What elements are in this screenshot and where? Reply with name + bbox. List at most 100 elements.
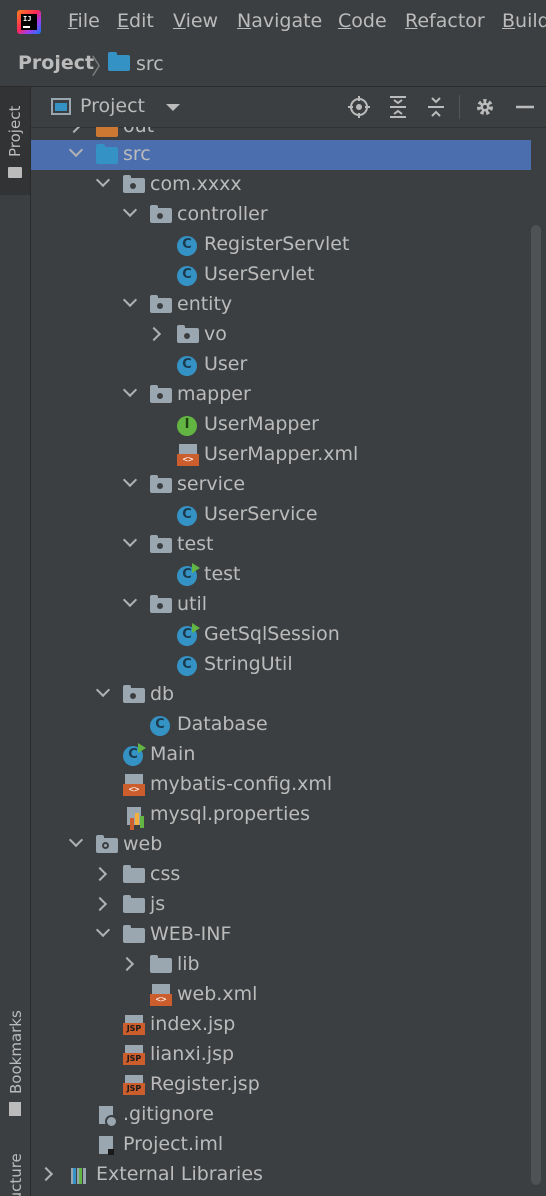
tree-label: Main xyxy=(150,743,196,765)
tree-row-file[interactable]: mybatis-config.xml xyxy=(31,770,531,800)
collapse-all-icon[interactable] xyxy=(424,95,448,119)
folder-icon xyxy=(123,925,145,943)
tree-row-package[interactable]: db xyxy=(31,680,531,710)
xml-file-icon xyxy=(123,774,145,796)
chevron-down-icon[interactable] xyxy=(122,532,138,548)
excluded-folder-icon xyxy=(96,127,118,137)
jsp-file-icon xyxy=(123,1075,145,1095)
tree-label: lianxi.jsp xyxy=(150,1043,235,1065)
tree-label: .gitignore xyxy=(123,1103,214,1125)
project-tab-label: Project xyxy=(6,105,24,157)
chevron-down-icon[interactable] xyxy=(122,202,138,218)
tree-label: db xyxy=(150,683,175,705)
menu-edit[interactable]: Edit xyxy=(117,10,154,32)
tree-row-class[interactable]: C RegisterServlet xyxy=(31,230,531,260)
tree-row-file[interactable]: mysql.properties xyxy=(31,800,531,830)
chevron-down-icon[interactable] xyxy=(68,142,84,158)
chevron-right-icon[interactable] xyxy=(92,896,108,912)
tree-row-class[interactable]: C Main xyxy=(31,740,531,770)
chevron-down-icon[interactable] xyxy=(68,832,84,848)
tree-row-package[interactable]: entity xyxy=(31,290,531,320)
package-icon xyxy=(150,205,172,223)
tree-label: util xyxy=(177,593,208,615)
vertical-scrollbar[interactable] xyxy=(531,225,541,1185)
tree-row-folder[interactable]: js xyxy=(31,890,531,920)
chevron-down-icon[interactable] xyxy=(122,472,138,488)
tree-label: UserMapper xyxy=(204,413,319,435)
structure-tool-tab[interactable]: Structure xyxy=(0,1149,30,1196)
tree-row-interface[interactable]: I UserMapper xyxy=(31,410,531,440)
tree-row-folder[interactable]: lib xyxy=(31,950,531,980)
chevron-down-icon[interactable] xyxy=(95,682,111,698)
project-view-selector[interactable]: Project xyxy=(80,95,145,117)
bookmarks-tool-tab[interactable]: Bookmarks xyxy=(0,997,30,1122)
menu-code[interactable]: Code xyxy=(338,10,387,32)
chevron-down-icon[interactable] xyxy=(166,104,180,111)
chevron-down-icon[interactable] xyxy=(122,292,138,308)
tree-label: web.xml xyxy=(177,983,258,1005)
tree-row-file[interactable]: index.jsp xyxy=(31,1010,531,1040)
tree-row-file[interactable]: Project.iml xyxy=(31,1130,531,1160)
tree-label: Database xyxy=(177,713,268,735)
tree-row-package[interactable]: test xyxy=(31,530,531,560)
project-tree[interactable]: out src com.xxxx controller C RegisterSe… xyxy=(31,127,531,1196)
chevron-right-icon[interactable] xyxy=(66,127,82,134)
chevron-right-icon[interactable] xyxy=(146,326,162,342)
package-icon xyxy=(177,325,199,343)
hide-icon[interactable] xyxy=(513,95,537,119)
tree-row-class[interactable]: C UserService xyxy=(31,500,531,530)
chevron-down-icon[interactable] xyxy=(95,922,111,938)
class-icon: C xyxy=(177,266,197,286)
gitignore-file-icon xyxy=(96,1105,118,1128)
xml-file-icon xyxy=(177,444,199,466)
tree-row-package[interactable]: com.xxxx xyxy=(31,170,531,200)
tree-row-package[interactable]: mapper xyxy=(31,380,531,410)
menu-build[interactable]: Build xyxy=(502,10,546,32)
tree-row-file[interactable]: .gitignore xyxy=(31,1100,531,1130)
tree-row-file[interactable]: UserMapper.xml xyxy=(31,440,531,470)
tree-row-folder[interactable]: css xyxy=(31,860,531,890)
gear-icon[interactable] xyxy=(473,95,497,119)
class-icon: C xyxy=(177,356,197,376)
menu-view[interactable]: View xyxy=(173,10,218,32)
chevron-right-icon[interactable] xyxy=(119,956,135,972)
package-icon xyxy=(150,385,172,403)
locate-file-icon[interactable] xyxy=(347,95,371,119)
tree-row-file[interactable]: Register.jsp xyxy=(31,1070,531,1100)
tree-label: mysql.properties xyxy=(150,803,310,825)
tree-row-folder[interactable]: web xyxy=(31,830,531,860)
tree-row-folder[interactable]: WEB-INF xyxy=(31,920,531,950)
chevron-down-icon[interactable] xyxy=(122,592,138,608)
tree-row-package[interactable]: vo xyxy=(31,320,531,350)
chevron-down-icon[interactable] xyxy=(122,382,138,398)
menu-file[interactable]: File xyxy=(68,10,100,32)
breadcrumb-project[interactable]: Project xyxy=(18,52,94,74)
tree-row-external-libraries[interactable]: External Libraries xyxy=(31,1160,531,1190)
intellij-logo-icon[interactable]: IJ xyxy=(17,10,41,34)
chevron-right-icon[interactable] xyxy=(92,866,108,882)
tree-label: test xyxy=(204,563,241,585)
tree-row-class[interactable]: C User xyxy=(31,350,531,380)
tree-row-package[interactable]: controller xyxy=(31,200,531,230)
chevron-right-icon[interactable] xyxy=(38,1166,54,1182)
tree-row-class[interactable]: C StringUtil xyxy=(31,650,531,680)
tree-row-package[interactable]: util xyxy=(31,590,531,620)
runnable-class-icon: C xyxy=(123,743,146,766)
tree-row-file[interactable]: web.xml xyxy=(31,980,531,1010)
menu-navigate[interactable]: Navigate xyxy=(237,10,322,32)
project-tool-tab[interactable]: Project xyxy=(0,87,30,195)
tree-row-package[interactable]: service xyxy=(31,470,531,500)
tree-row-class[interactable]: C GetSqlSession xyxy=(31,620,531,650)
jsp-file-icon xyxy=(123,1015,145,1035)
tree-row-class[interactable]: C Database xyxy=(31,710,531,740)
package-icon xyxy=(123,175,145,193)
chevron-down-icon[interactable] xyxy=(95,172,111,188)
tree-label: js xyxy=(150,893,166,915)
expand-all-icon[interactable] xyxy=(386,95,410,119)
tree-row-class[interactable]: C UserServlet xyxy=(31,260,531,290)
menu-refactor[interactable]: Refactor xyxy=(405,10,485,32)
tree-row-src[interactable]: src xyxy=(31,140,531,170)
breadcrumb-src[interactable]: src xyxy=(136,53,164,75)
tree-row-class[interactable]: C test xyxy=(31,560,531,590)
tree-row-file[interactable]: lianxi.jsp xyxy=(31,1040,531,1070)
